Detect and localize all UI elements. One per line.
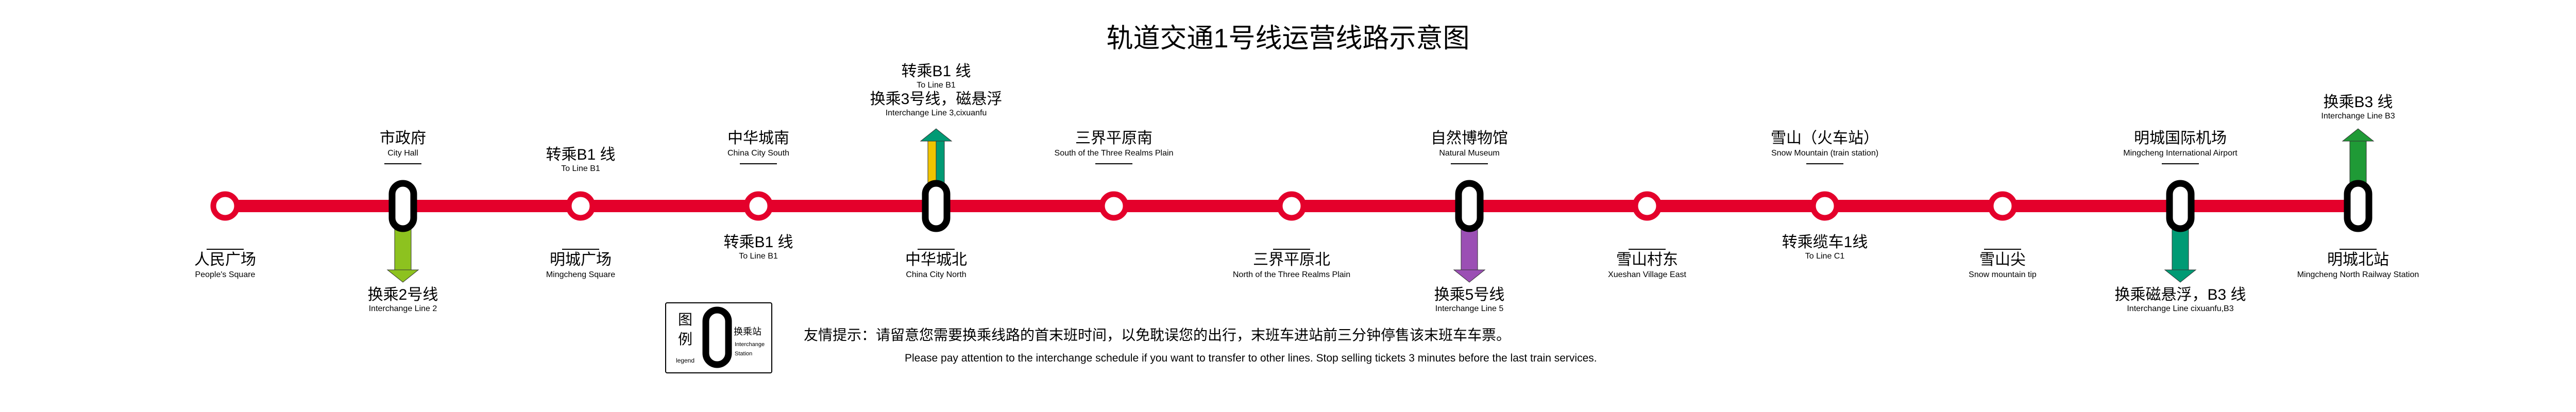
interchange-station-marker: [2166, 180, 2195, 232]
interchange-station-marker: [922, 180, 951, 232]
route-layer: 人民广场 People's Square 市政府 City Hall 明城广场 Mingc…: [194, 63, 2419, 313]
legend-interchange-icon: [702, 306, 732, 368]
station-name: 明城广场: [550, 251, 612, 268]
station-name: 雪山尖: [1979, 251, 2026, 268]
transfer-label-en: Interchange Line cixuanfu,B3: [2127, 304, 2233, 313]
transfer-label: 换乘5号线: [1434, 286, 1505, 303]
interchange-station-marker: [1455, 180, 1484, 232]
station-name-en: China City North: [906, 270, 966, 279]
line-map-diagram: 轨道交通1号线运营线路示意图 人民广场 People's Square 市政府 Cit…: [194, 24, 2419, 373]
station-name: 三界平原南: [1075, 130, 1153, 147]
transfer-label-en: To Line B1: [561, 164, 600, 173]
station-marker: [566, 191, 596, 221]
station-name: 三界平原北: [1253, 251, 1330, 268]
station-name: 明城国际机场: [2134, 130, 2227, 147]
station-name-en: City Hall: [387, 149, 418, 158]
station-name: 人民广场: [194, 251, 256, 268]
station-name: 雪山村东: [1616, 251, 1678, 268]
legend-title-char-1: 图: [678, 312, 692, 328]
station-name: 中华城南: [727, 130, 789, 147]
station-marker: [1099, 191, 1129, 221]
interchange-station-marker: [388, 180, 417, 232]
notice-en: Please pay attention to the interchange …: [905, 352, 1597, 364]
transfer-label-en: Interchange Line B3: [2321, 112, 2395, 121]
transfer-label-en: Interchange Line 3,cixuanfu: [886, 109, 987, 117]
station-name-en: Mingcheng International Airport: [2123, 149, 2238, 158]
legend-label-en-1: Interchange: [735, 341, 765, 348]
station-name-en: Mingcheng Square: [546, 270, 615, 279]
station-name-en: South of the Three Realms Plain: [1055, 149, 1174, 158]
station-name-en: Xueshan Village East: [1608, 270, 1686, 279]
station-name-en: People's Square: [195, 270, 256, 279]
transfer-label: 转乘B1 线: [901, 63, 971, 80]
map-title: 轨道交通1号线运营线路示意图: [1107, 24, 1470, 54]
notice-zh: 友情提示：请留意您需要换乘线路的首末班时间，以免耽误您的出行，末班车进站前三分钟…: [804, 327, 1511, 343]
station-name-en: Snow Mountain (train station): [1771, 149, 1878, 158]
station-marker: [1810, 191, 1840, 221]
station-name: 市政府: [380, 130, 426, 147]
station-name: 明城北站: [2327, 251, 2389, 268]
legend-label-zh: 换乘站: [734, 327, 761, 337]
station-name-en: Natural Museum: [1439, 149, 1499, 158]
transfer-label: 换乘B3 线: [2323, 94, 2393, 111]
legend-label-en-2: Station: [735, 351, 752, 357]
transfer-label-en: To Line C1: [1805, 252, 1845, 261]
transfer-label: 换乘2号线: [368, 286, 438, 303]
transfer-label: 转乘B1 线: [546, 146, 615, 163]
transfer-label-en: Interchange Line 2: [369, 304, 437, 313]
transfer-label-en: To Line B1: [917, 81, 956, 90]
station-name-en: Snow mountain tip: [1969, 270, 2037, 279]
transfer-label: 转乘缆车1线: [1782, 234, 1868, 251]
legend-title-char-2: 例: [678, 331, 692, 347]
transfer-label-en: Interchange Line 5: [1435, 304, 1504, 313]
transfer-label: 换乘3号线，磁悬浮: [870, 91, 1003, 108]
station-marker: [1277, 191, 1307, 221]
transfer-label-en: To Line B1: [739, 252, 778, 261]
station-marker: [210, 191, 240, 221]
legend-box: 图 例 legend 换乘站 Interchange Station: [665, 302, 772, 373]
transfer-label: 换乘磁悬浮，B3 线: [2114, 286, 2246, 303]
interchange-station-marker: [2344, 180, 2372, 232]
station-marker: [1988, 191, 2018, 221]
station-name-en: China City South: [727, 149, 789, 158]
station-name-en: Mingcheng North Railway Station: [2297, 270, 2419, 279]
legend-title-en: legend: [676, 357, 694, 364]
station-marker: [743, 191, 773, 221]
station-name-en: North of the Three Realms Plain: [1233, 270, 1350, 279]
station-name: 自然博物馆: [1431, 130, 1508, 147]
station-name: 雪山（火车站）: [1771, 130, 1879, 147]
transfer-label: 转乘B1 线: [723, 234, 793, 251]
station-marker: [1632, 191, 1662, 221]
station-name: 中华城北: [905, 251, 967, 268]
